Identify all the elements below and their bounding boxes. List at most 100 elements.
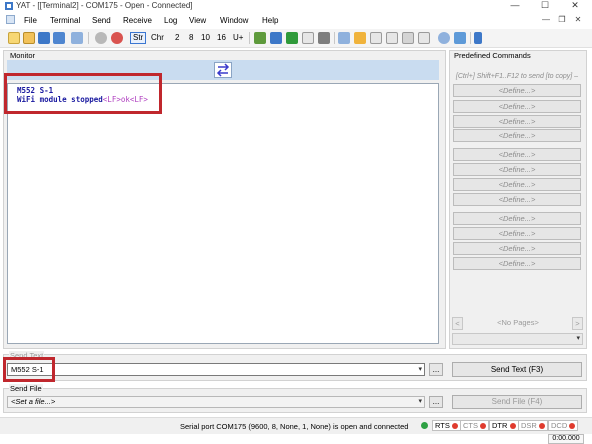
signal-dtr-led-icon xyxy=(509,422,516,429)
new-terminal-icon[interactable] xyxy=(8,32,20,44)
toolbar-separator xyxy=(88,32,89,44)
signal-rts-led-icon xyxy=(451,422,458,429)
menu-help[interactable]: Help xyxy=(262,16,278,26)
menu-window[interactable]: Window xyxy=(220,16,248,26)
send-text-button[interactable]: Send Text (F3) xyxy=(452,362,582,377)
send-file-value: <Set a file...> xyxy=(11,397,56,406)
define-button-11[interactable]: <Define...> xyxy=(453,242,581,255)
highlight-box xyxy=(3,357,55,382)
menu-receive[interactable]: Receive xyxy=(123,16,152,26)
send-file-browse-button[interactable]: ... xyxy=(429,396,443,408)
menu-terminal[interactable]: Terminal xyxy=(50,16,80,26)
previous-page-button[interactable]: < xyxy=(452,317,463,330)
send-file-icon[interactable] xyxy=(270,32,282,44)
pages-label: <No Pages> xyxy=(497,318,539,327)
terminal-settings-icon[interactable] xyxy=(71,32,83,44)
send-text-input[interactable]: M552 S-1 ▾ xyxy=(7,363,425,376)
connection-led-icon xyxy=(421,422,428,429)
define-button-7[interactable]: <Define...> xyxy=(453,178,581,191)
print-icon[interactable] xyxy=(318,32,330,44)
send-file-button[interactable]: Send File (F4) xyxy=(452,395,582,409)
signal-cts-label: CTS xyxy=(463,421,478,430)
define-button-9[interactable]: <Define...> xyxy=(453,212,581,225)
signal-dcd: DCD xyxy=(548,420,579,431)
send-text-history-button[interactable]: ... xyxy=(429,363,443,376)
signal-cts-led-icon xyxy=(480,422,487,429)
define-button-8[interactable]: <Define...> xyxy=(453,193,581,206)
log-off-icon[interactable] xyxy=(418,32,430,44)
define-button-2[interactable]: <Define...> xyxy=(453,100,581,113)
title-bar: YAT - [[Terminal2] - COM175 - Open - Con… xyxy=(0,0,592,12)
window-title: YAT - [[Terminal2] - COM175 - Open - Con… xyxy=(16,1,193,10)
minimize-button[interactable]: — xyxy=(500,0,530,11)
status-message: Serial port COM175 (9600, 8, None, 1, No… xyxy=(180,422,409,431)
app-icon xyxy=(5,2,13,10)
signal-dsr: DSR xyxy=(518,420,548,431)
monitor-output[interactable]: M552 S-1 WiFi module stopped<LF>ok<LF> xyxy=(7,83,439,344)
define-button-12[interactable]: <Define...> xyxy=(453,257,581,270)
radix-2-button[interactable]: 2 xyxy=(175,33,179,43)
format-icon[interactable] xyxy=(454,32,466,44)
close-button[interactable]: ✕ xyxy=(560,0,590,11)
clear-icon[interactable] xyxy=(302,32,314,44)
define-button-6[interactable]: <Define...> xyxy=(453,163,581,176)
child-restore-button[interactable]: ❐ xyxy=(556,14,568,26)
monitor-orientation-icon[interactable] xyxy=(214,62,232,78)
chevron-down-icon: ▾ xyxy=(576,335,580,342)
define-button-1[interactable]: <Define...> xyxy=(453,84,581,97)
status-bar: Serial port COM175 (9600, 8, None, 1, No… xyxy=(0,417,592,434)
document-icon[interactable] xyxy=(6,15,15,24)
signal-rts[interactable]: RTS xyxy=(432,420,461,431)
predefined-label: Predefined Commands xyxy=(453,51,532,60)
menu-send[interactable]: Send xyxy=(92,16,111,26)
signal-dsr-led-icon xyxy=(538,422,545,429)
elapsed-timer: 0:00.000 xyxy=(548,434,584,444)
radix-chr-button[interactable]: Chr xyxy=(151,33,164,43)
open-folder-icon[interactable] xyxy=(23,32,35,44)
find-icon[interactable] xyxy=(338,32,350,44)
predefined-icon[interactable] xyxy=(286,32,298,44)
send-file-input[interactable]: <Set a file...> ▾ xyxy=(7,396,425,408)
define-button-4[interactable]: <Define...> xyxy=(453,129,581,142)
chevron-down-icon[interactable]: ▾ xyxy=(418,397,422,407)
close-port-icon[interactable] xyxy=(111,32,123,44)
copy-icon[interactable] xyxy=(370,32,382,44)
page-selector[interactable]: ▾ xyxy=(452,333,583,345)
menu-log[interactable]: Log xyxy=(164,16,177,26)
toolbar-separator xyxy=(334,32,335,44)
radix-10-button[interactable]: 10 xyxy=(201,33,210,43)
define-button-3[interactable]: <Define...> xyxy=(453,115,581,128)
next-page-button[interactable]: > xyxy=(572,317,583,330)
log-icon[interactable] xyxy=(402,32,414,44)
child-minimize-button[interactable]: — xyxy=(540,14,552,26)
radix-str-button[interactable]: Str xyxy=(130,32,147,44)
save-all-icon[interactable] xyxy=(53,32,65,44)
toolbar: Str Chr 2 8 10 16 U+ xyxy=(0,29,592,48)
child-close-button[interactable]: ✕ xyxy=(572,14,584,26)
define-button-10[interactable]: <Define...> xyxy=(453,227,581,240)
menu-file[interactable]: File xyxy=(24,16,37,26)
maximize-button[interactable]: ☐ xyxy=(530,0,560,11)
radix-unicode-button[interactable]: U+ xyxy=(233,33,243,43)
send-file-label: Send File xyxy=(9,384,43,393)
signal-dtr[interactable]: DTR xyxy=(489,420,519,431)
auto-response-icon[interactable] xyxy=(474,32,482,44)
signal-dcd-led-icon xyxy=(569,422,576,429)
highlight-box xyxy=(4,73,162,114)
radix-8-button[interactable]: 8 xyxy=(189,33,193,43)
save-icon[interactable] xyxy=(38,32,50,44)
toolbar-separator xyxy=(470,32,471,44)
paste-icon[interactable] xyxy=(386,32,398,44)
define-button-5[interactable]: <Define...> xyxy=(453,148,581,161)
monitor-label: Monitor xyxy=(9,51,37,60)
chevron-down-icon[interactable]: ▾ xyxy=(418,364,422,376)
open-port-icon[interactable] xyxy=(95,32,107,44)
edit-icon[interactable] xyxy=(354,32,366,44)
menu-view[interactable]: View xyxy=(189,16,206,26)
signal-dcd-label: DCD xyxy=(551,421,568,430)
send-text-icon[interactable] xyxy=(254,32,266,44)
signal-dsr-label: DSR xyxy=(521,421,537,430)
comment-icon[interactable] xyxy=(438,32,450,44)
menu-bar: File Terminal Send Receive Log View Wind… xyxy=(0,12,592,29)
radix-16-button[interactable]: 16 xyxy=(217,33,226,43)
